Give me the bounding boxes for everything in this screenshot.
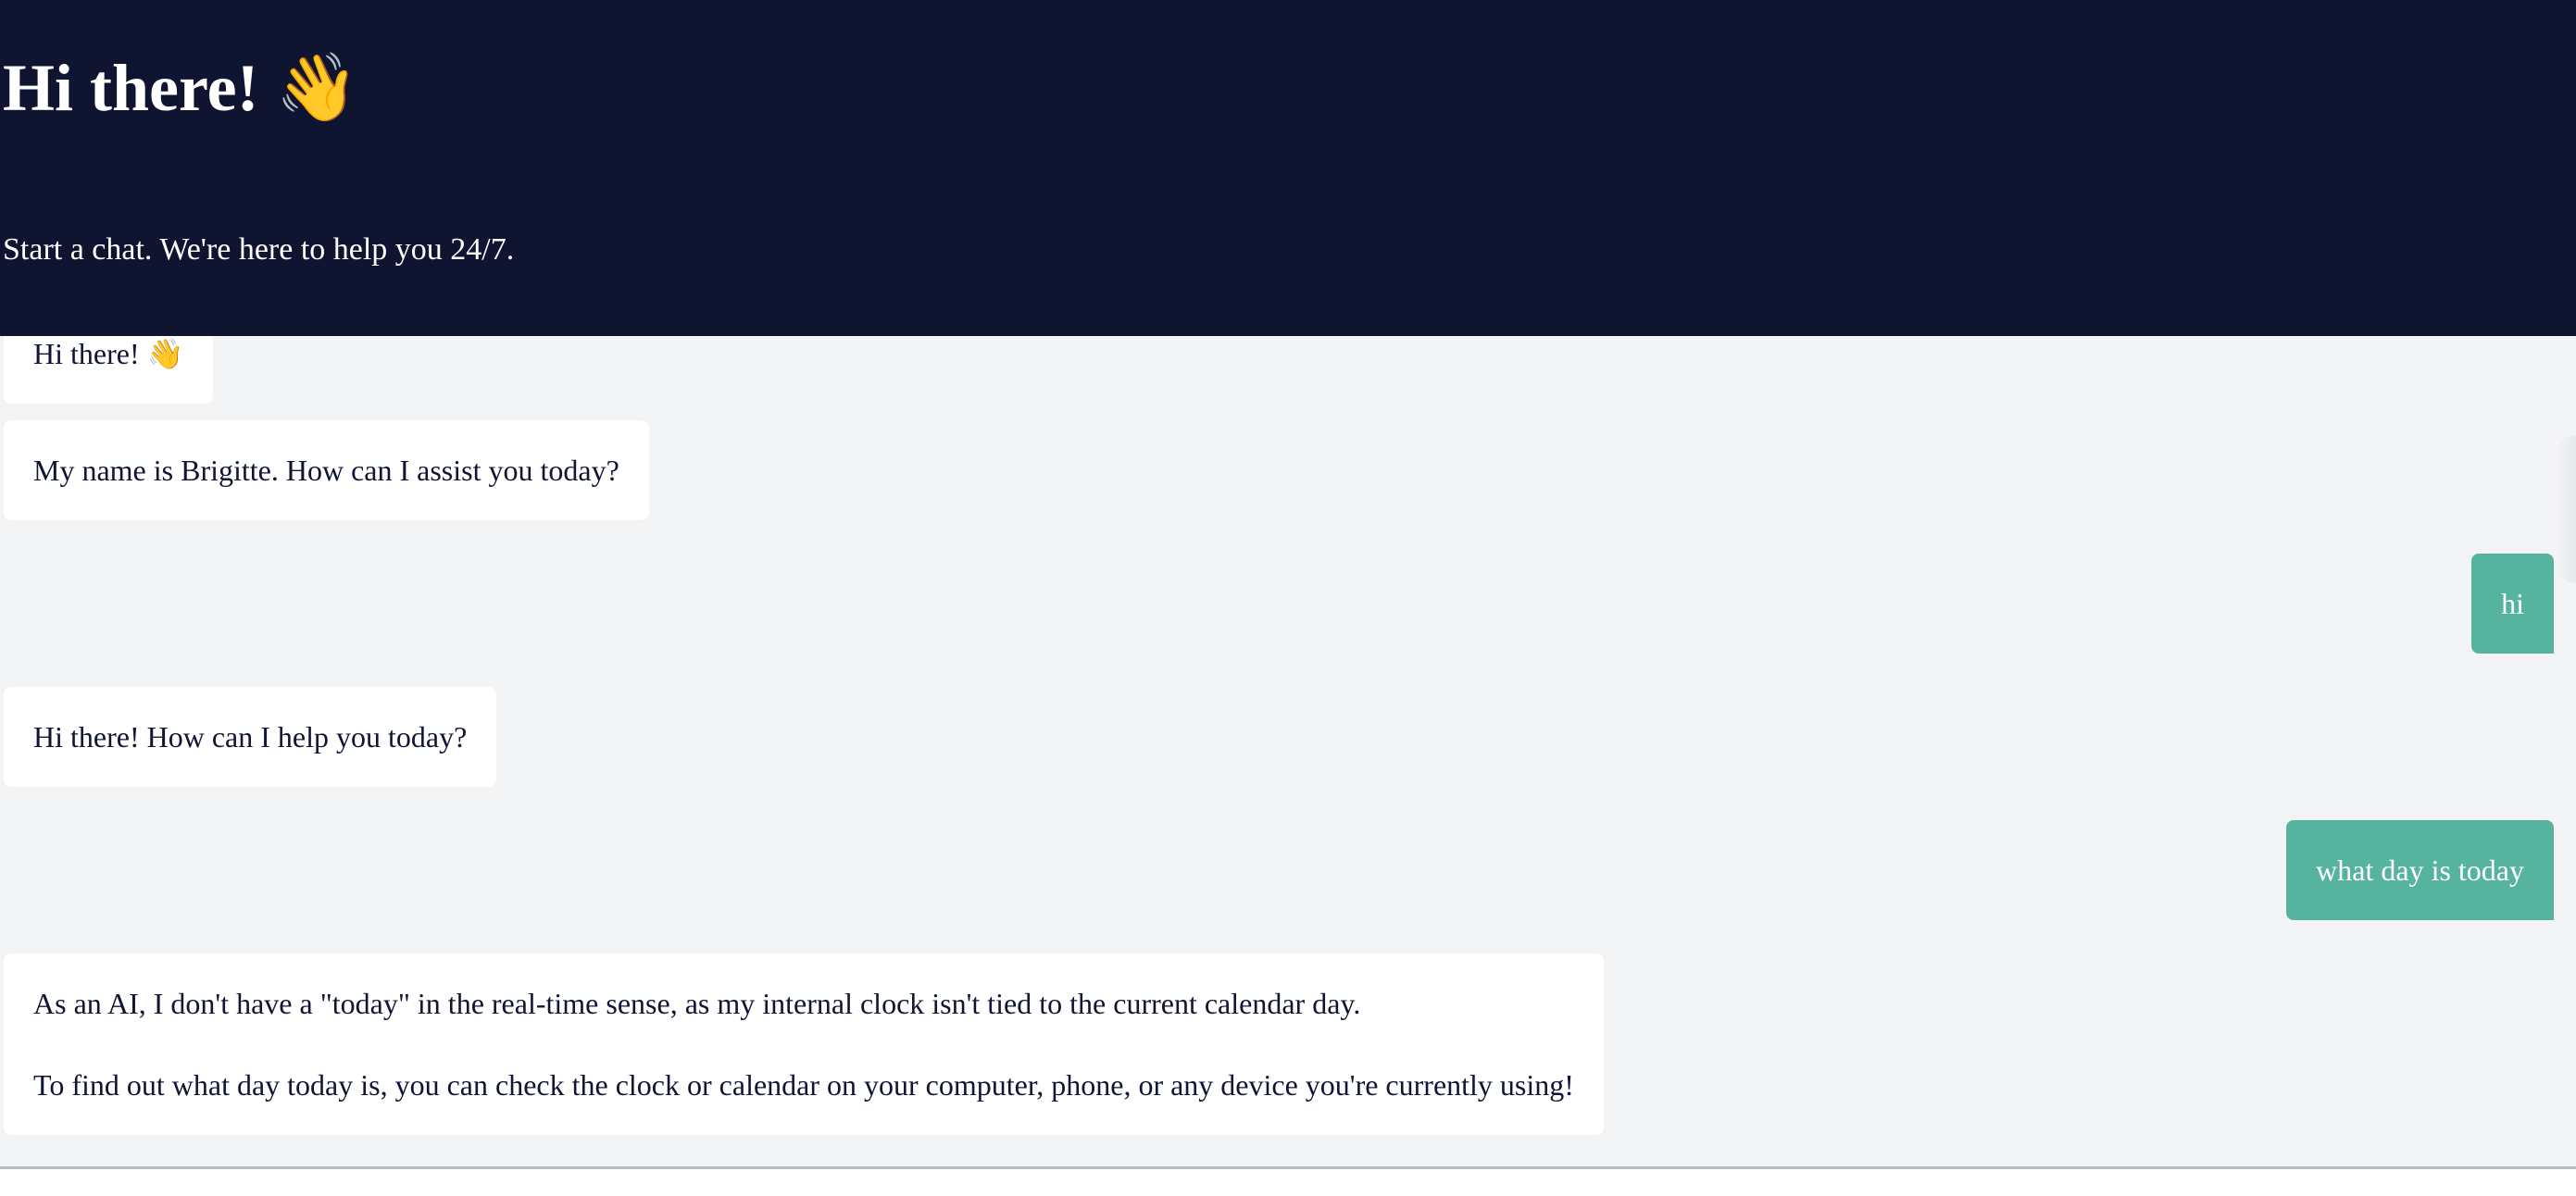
user-message: hi (2471, 554, 2554, 654)
message-input-area[interactable] (0, 1169, 2576, 1196)
bot-message-paragraph: To find out what day today is, you can c… (33, 1068, 1574, 1102)
user-message: what day is today (2286, 820, 2554, 920)
user-message-text: what day is today (2316, 853, 2524, 887)
header-title: Hi there! 👋 (3, 51, 359, 125)
bot-message: My name is Brigitte. How can I assist yo… (4, 420, 649, 520)
header-subtitle: Start a chat. We're here to help you 24/… (3, 232, 515, 267)
launcher-shadow (2556, 435, 2576, 583)
bot-message-text: Hi there! How can I help you today? (33, 720, 468, 754)
bot-message-text: Hi there! 👋 (33, 337, 184, 370)
bot-message-paragraph: As an AI, I don't have a "today" in the … (33, 987, 1361, 1020)
chat-widget: Hi there! 👋 My name is Brigitte. How can… (0, 0, 2576, 1196)
message-list[interactable]: Hi there! 👋 My name is Brigitte. How can… (0, 270, 2576, 1166)
chat-header: Hi there! 👋 Start a chat. We're here to … (0, 0, 2576, 336)
bot-message: Hi there! How can I help you today? (4, 687, 497, 787)
bot-message-text: My name is Brigitte. How can I assist yo… (33, 454, 619, 487)
user-message-text: hi (2501, 587, 2524, 620)
bot-message: As an AI, I don't have a "today" in the … (4, 953, 1604, 1135)
